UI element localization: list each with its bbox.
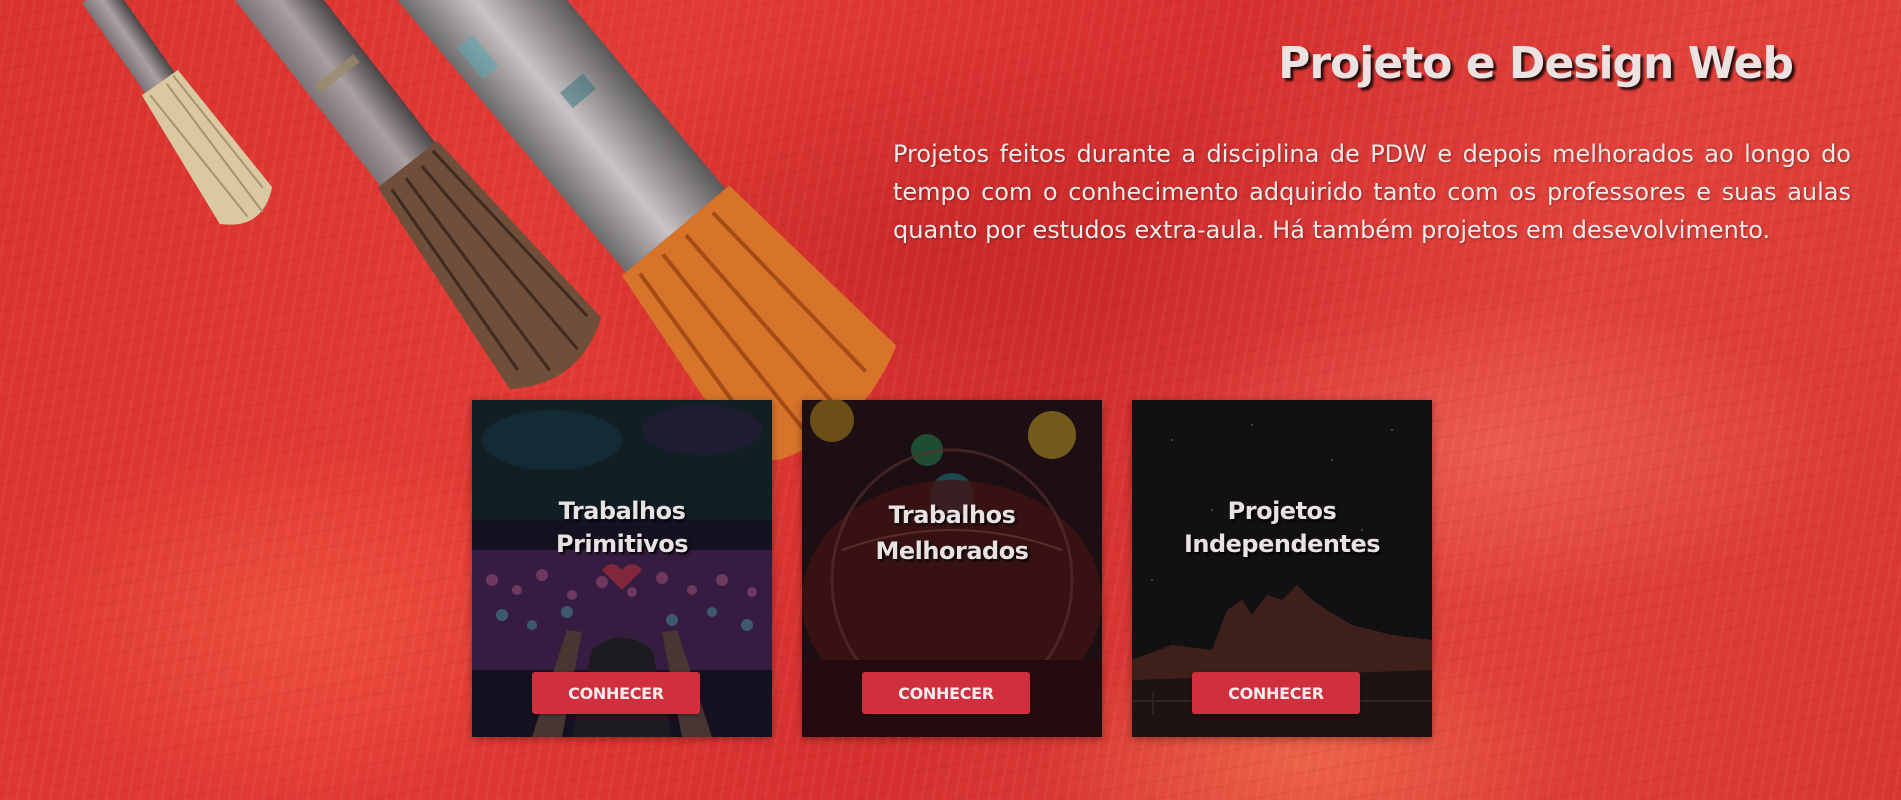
project-card-primitivos: Trabalhos Primitivos CONHECER (472, 400, 772, 737)
project-cards: Trabalhos Primitivos CONHECER Trabalhos … (472, 400, 1432, 737)
project-card-independentes: Projetos Independentes CONHECER (1132, 400, 1432, 737)
intro-paragraph: Projetos feitos durante a disciplina de … (893, 140, 1851, 244)
paint-brushes-image (82, 0, 897, 460)
card-title: Trabalhos Primitivos (555, 497, 689, 558)
hero-section: Projeto e Design Web Projetos feitos dur… (0, 0, 1901, 800)
card-title: Projetos Independentes (1183, 497, 1381, 558)
project-card-melhorados: Trabalhos Melhorados CONHECER (802, 400, 1102, 737)
card-title: Trabalhos Melhorados (875, 501, 1029, 565)
page-title: Projeto e Design Web (1278, 38, 1794, 89)
conhecer-button[interactable]: CONHECER (1192, 672, 1360, 714)
conhecer-button[interactable]: CONHECER (532, 672, 700, 714)
conhecer-button[interactable]: CONHECER (862, 672, 1030, 714)
